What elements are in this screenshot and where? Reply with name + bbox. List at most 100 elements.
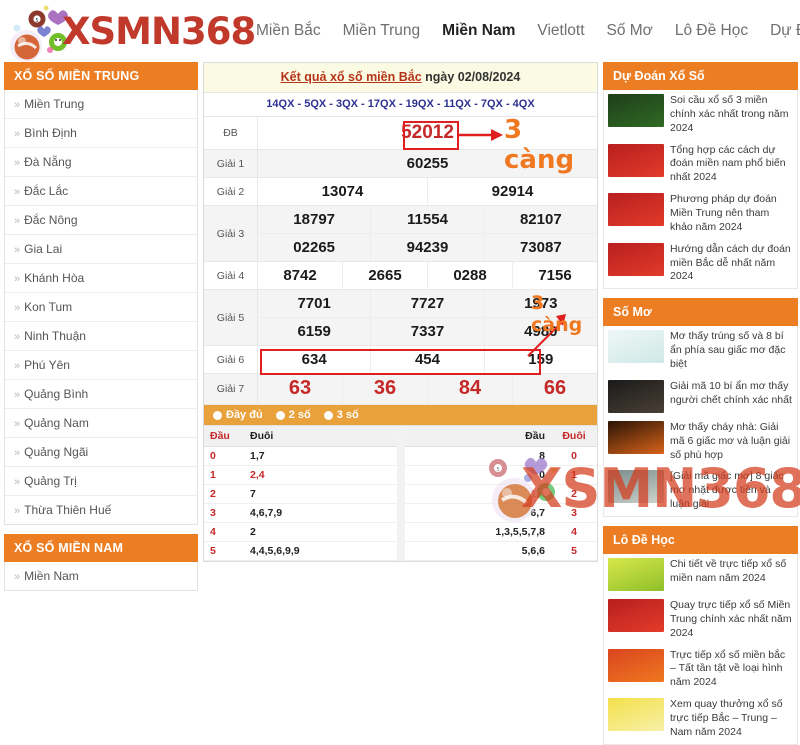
sidebar-item-9[interactable]: » Phú Yên bbox=[5, 351, 197, 380]
sidebar-item-12[interactable]: » Quảng Ngãi bbox=[5, 438, 197, 467]
chevron-right-icon: » bbox=[14, 302, 21, 314]
sidebar-item-10[interactable]: » Quảng Bình bbox=[5, 380, 197, 409]
chevron-right-icon: » bbox=[14, 215, 21, 227]
sidebar-item-13[interactable]: » Quảng Trị bbox=[5, 467, 197, 496]
filter-label: 3 số bbox=[336, 409, 359, 421]
sidebar-item-label: Quảng Nam bbox=[24, 416, 89, 430]
article-item[interactable]: Soi cầu xổ số 3 miền chính xác nhất tron… bbox=[604, 90, 797, 140]
red-banner-thumb bbox=[608, 193, 664, 227]
article-item[interactable]: Tổng hợp các cách dự đoán miền nam phổ b… bbox=[604, 140, 797, 190]
sidebar-item-label: Ninh Thuận bbox=[24, 329, 86, 343]
sidebar-item-8[interactable]: » Ninh Thuận bbox=[5, 322, 197, 351]
cell-dau: 8 bbox=[539, 450, 545, 462]
chevron-right-icon: » bbox=[14, 389, 21, 401]
filter-option-day-du[interactable]: Đầy đủ bbox=[213, 409, 263, 421]
chevron-right-icon: » bbox=[14, 331, 21, 343]
chevron-right-icon: » bbox=[14, 476, 21, 488]
article-item[interactable]: Mơ thấy cháy nhà: Giải mã 6 giấc mơ và l… bbox=[604, 417, 797, 467]
radio-icon bbox=[213, 410, 222, 420]
red-banner-thumb bbox=[608, 242, 664, 276]
dau-duoi-row: 1,4 2 bbox=[404, 485, 597, 504]
prize-label: Giải 4 bbox=[204, 262, 258, 289]
nav-item-mien-bac[interactable]: Miền Bắc bbox=[245, 0, 332, 62]
sidebar-item-4[interactable]: » Đắc Nông bbox=[5, 206, 197, 235]
chevron-right-icon: » bbox=[14, 418, 21, 430]
table-header-row: Đầu Đuôi bbox=[204, 426, 397, 447]
yellow-banner-thumb bbox=[608, 698, 664, 732]
article-item[interactable]: Chi tiết về trực tiếp xổ số miền nam năm… bbox=[604, 554, 797, 595]
dau-duoi-row: 01 bbox=[404, 466, 597, 485]
table-header-row: Đầu Đuôi bbox=[404, 426, 597, 447]
site-logo[interactable]: 5 XSMN368 bbox=[0, 0, 256, 62]
dau-duoi-row: 3 4,6,7,9 bbox=[204, 504, 397, 523]
logo-text: XSMN368 bbox=[62, 10, 256, 53]
article-item[interactable]: Giải mã 10 bí ẩn mơ thấy người chết chín… bbox=[604, 376, 797, 417]
prize-number: 82107 bbox=[519, 211, 562, 228]
sidebar-item-label: Quảng Bình bbox=[24, 387, 89, 401]
prize-line: 63 36 84 66 bbox=[258, 374, 597, 404]
filter-option-2-so[interactable]: 2 số bbox=[275, 409, 311, 421]
prize-line: 18797 11554 82107 bbox=[258, 206, 597, 233]
green-lottery-balls-thumb bbox=[608, 94, 664, 127]
dau-duoi-row: 1 2,4 bbox=[204, 466, 397, 485]
nav-item-lo-de-hoc[interactable]: Lô Đề Học bbox=[664, 0, 759, 62]
prize-number: 2665 bbox=[343, 262, 428, 289]
nav-item-mien-trung[interactable]: Miền Trung bbox=[332, 0, 432, 62]
prize-number: 02265 bbox=[258, 234, 372, 261]
prize-row: Giải 3 18797 11554 82107 02265 94239 73087 bbox=[204, 206, 597, 262]
cell-dau: 3 bbox=[210, 507, 216, 519]
result-title-link[interactable]: Kết quả xổ số miền Bắc bbox=[281, 70, 422, 84]
prize-label: Giải 7 bbox=[204, 374, 258, 404]
article-section-title: Số Mơ bbox=[603, 298, 798, 327]
nav-item-vietlott[interactable]: Vietlott bbox=[526, 0, 595, 62]
sidebar-item-6[interactable]: » Khánh Hòa bbox=[5, 264, 197, 293]
filter-option-3-so[interactable]: 3 số bbox=[323, 409, 359, 421]
nav-item-mien-nam[interactable]: Miền Nam bbox=[431, 0, 526, 62]
prize-values: 18797 11554 82107 02265 94239 73087 bbox=[258, 206, 597, 261]
sidebar-item-0[interactable]: » Miền Nam bbox=[5, 562, 197, 590]
article-item[interactable]: Mơ thấy trúng số và 8 bí ẩn phía sau giấ… bbox=[604, 326, 797, 376]
dau-duoi-tables: Đầu Đuôi 0 1,7 1 2,4 2 7 3 4,6,7,9 4 2 5 4,4,5,6,9,… bbox=[204, 425, 597, 561]
column-header-dau: Đầu bbox=[210, 430, 230, 442]
sidebar-item-label: Kon Tum bbox=[24, 300, 73, 314]
dark-photo-thumb bbox=[608, 379, 664, 413]
sidebar-item-14[interactable]: » Thừa Thiên Huế bbox=[5, 496, 197, 524]
sidebar-item-7[interactable]: » Kon Tum bbox=[5, 293, 197, 322]
sidebar-item-5[interactable]: » Gia Lai bbox=[5, 235, 197, 264]
cell-duoi: 5 bbox=[571, 545, 577, 557]
nav-item-du-doan[interactable]: Dự Đoán bbox=[759, 0, 800, 62]
radio-icon bbox=[275, 410, 285, 420]
sidebar-item-2[interactable]: » Đà Nẵng bbox=[5, 148, 197, 177]
sidebar-item-11[interactable]: » Quảng Nam bbox=[5, 409, 197, 438]
prize-line: 02265 94239 73087 bbox=[258, 233, 597, 261]
prize-label: Giải 5 bbox=[204, 290, 258, 345]
article-item[interactable]: Xem quay thưởng xổ số trực tiếp Bắc – Tr… bbox=[604, 694, 797, 744]
annotation-3-cang-db: 3 càng bbox=[504, 115, 575, 175]
article-item[interactable]: Hướng dẫn cách dự đoán miền Bắc dễ nhất … bbox=[604, 239, 797, 289]
chevron-right-icon: » bbox=[14, 571, 21, 583]
cell-dau: 2 bbox=[210, 488, 216, 500]
chevron-right-icon: » bbox=[14, 157, 21, 169]
red-banner-thumb bbox=[608, 599, 664, 633]
sidebar-item-label: Đà Nẵng bbox=[24, 155, 72, 169]
article-item[interactable]: [Giải mã giấc mơ] 8 giấc mơ nhặt được ti… bbox=[604, 466, 797, 516]
prize-number: 6159 bbox=[258, 318, 372, 345]
sidebar-item-3[interactable]: » Đắc Lắc bbox=[5, 177, 197, 206]
cell-dau: 1,4 bbox=[530, 488, 545, 500]
svg-text:5: 5 bbox=[35, 18, 38, 24]
sidebar-item-0[interactable]: » Miền Trung bbox=[5, 90, 197, 119]
article-section-title: Dự Đoán Xổ Số bbox=[603, 62, 798, 90]
sidebar-item-1[interactable]: » Bình Định bbox=[5, 119, 197, 148]
article-item[interactable]: Quay trực tiếp xổ số Miền Trung chính xá… bbox=[604, 595, 797, 645]
article-item[interactable]: Trực tiếp xổ số miền bắc – Tất tần tật v… bbox=[604, 645, 797, 695]
prize-values: 8742 2665 0288 7156 bbox=[258, 262, 597, 289]
nav-item-so-mo[interactable]: Số Mơ bbox=[596, 0, 664, 62]
result-title-date: ngày 02/08/2024 bbox=[421, 70, 521, 84]
column-header-duoi: Đuôi bbox=[250, 430, 274, 442]
cell-dau: 0 bbox=[539, 469, 545, 481]
chevron-right-icon: » bbox=[14, 99, 21, 111]
article-item[interactable]: Phương pháp dự đoán Miền Trung nên tham … bbox=[604, 189, 797, 239]
